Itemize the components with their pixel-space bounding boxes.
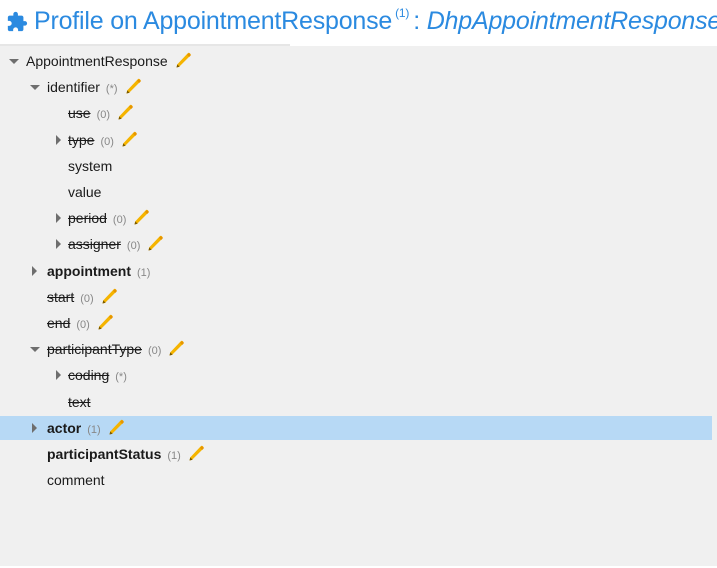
tree-node-label[interactable]: end (0) [47,311,116,337]
expand-down-icon[interactable] [29,75,41,99]
collapse-right-icon[interactable] [53,128,65,152]
cardinality-badge: (*) [105,83,118,96]
cardinality-badge: (1) [137,266,151,279]
tree-node-label[interactable]: appointment (1) [47,259,150,285]
puzzle-icon [7,11,28,32]
element-name[interactable]: comment [47,472,105,488]
pen-icon[interactable] [167,338,187,358]
cardinality-badge: (1) [167,450,181,462]
tree-row-participantStatus[interactable]: participantStatus (1) [0,442,717,466]
pen-icon[interactable] [174,50,194,70]
tree-node-label[interactable]: text [68,390,91,414]
tree-node-label[interactable]: participantStatus (1) [47,442,207,468]
tree-row-coding[interactable]: coding (*) [0,363,717,387]
tree-row-comment[interactable]: comment [0,468,717,492]
pen-icon[interactable] [187,443,207,463]
tree-node-label[interactable]: period (0) [68,206,152,232]
tree-node-label[interactable]: use (0) [68,101,136,127]
page-title: Profile on AppointmentResponse (1): DhpAp… [34,6,717,36]
tree-row-start[interactable]: start (0) [0,285,717,309]
element-name[interactable]: AppointmentResponse [26,53,168,69]
cardinality-badge: (*) [115,371,127,384]
element-name[interactable]: use [68,105,91,121]
tree-node-label[interactable]: system [68,154,112,178]
cardinality-badge: (0) [100,135,114,148]
tree-node-label[interactable]: actor (1) [47,416,127,442]
element-name[interactable]: assigner [68,236,121,252]
tree-node-label[interactable]: comment [47,468,105,492]
element-name[interactable]: text [68,394,91,410]
pen-icon[interactable] [120,129,140,149]
structure-tree: AppointmentResponse identifier (*) use (0) ty… [0,46,717,566]
tree-row-actor[interactable]: actor (1) [0,415,712,442]
element-name[interactable]: system [68,158,112,174]
tree-node-label[interactable]: participantType (0) [47,337,187,363]
tree-row-period[interactable]: period (0) [0,206,717,230]
tree-node-label[interactable]: start (0) [47,285,120,311]
tree-row-type[interactable]: type (0) [0,128,717,152]
collapse-right-icon[interactable] [53,232,65,256]
cardinality-badge: (0) [80,292,94,305]
title-footnote[interactable]: (1) [395,6,409,20]
tree-row-appointment[interactable]: appointment (1) [0,259,717,283]
pen-icon[interactable] [116,102,136,122]
tree-row-participantType[interactable]: participantType (0) [0,337,717,361]
collapse-right-icon[interactable] [29,259,41,283]
pen-icon[interactable] [107,417,127,437]
tree-row-system[interactable]: system [0,154,717,178]
element-name[interactable]: start [47,289,74,305]
element-name[interactable]: participantType [47,341,142,357]
tree-node-label[interactable]: value [68,180,101,204]
pen-icon[interactable] [96,312,116,332]
profile-type-name[interactable]: DhpAppointmentResponse [427,7,717,35]
element-name[interactable]: appointment [47,263,131,279]
element-name[interactable]: type [68,132,94,148]
element-name[interactable]: end [47,315,70,331]
tree-node-label[interactable]: AppointmentResponse [26,49,194,73]
cardinality-badge: (1) [87,423,101,436]
pen-icon[interactable] [146,233,166,253]
collapse-right-icon[interactable] [29,416,41,440]
tree-row-use[interactable]: use (0) [0,101,717,125]
cardinality-badge: (0) [76,319,90,331]
expand-down-icon[interactable] [29,337,41,361]
title-colon: : [413,7,420,35]
expand-down-icon[interactable] [8,49,20,73]
tree-row-identifier[interactable]: identifier (*) [0,75,717,99]
cardinality-badge: (0) [112,214,127,227]
pen-icon[interactable] [132,207,152,227]
element-name[interactable]: period [68,210,107,226]
element-name[interactable]: actor [47,420,81,436]
tree-row-value[interactable]: value [0,180,717,204]
pen-icon[interactable] [100,286,120,306]
cardinality-badge: (0) [96,109,111,122]
element-name[interactable]: coding [68,367,109,383]
collapse-right-icon[interactable] [53,206,65,230]
tree-node-label[interactable]: type (0) [68,128,140,154]
element-name[interactable]: participantStatus [47,446,161,462]
tree-node-label[interactable]: coding (*) [68,363,127,389]
cardinality-badge: (0) [147,345,162,358]
element-name[interactable]: value [68,184,101,200]
cardinality-badge: (0) [126,240,141,253]
tree-node-label[interactable]: assigner (0) [68,232,166,258]
header: Profile on AppointmentResponse (1): DhpAp… [0,0,717,46]
title-text: Profile on AppointmentResponse [34,7,393,35]
tree-row-text[interactable]: text [0,390,717,414]
element-name[interactable]: identifier [47,79,100,95]
tree-row-end[interactable]: end (0) [0,311,717,335]
collapse-right-icon[interactable] [53,363,65,387]
tree-row-assigner[interactable]: assigner (0) [0,232,717,256]
tree-node-label[interactable]: identifier (*) [47,75,144,101]
pen-icon[interactable] [124,76,144,96]
tree-row-AppointmentResponse[interactable]: AppointmentResponse [0,49,717,73]
